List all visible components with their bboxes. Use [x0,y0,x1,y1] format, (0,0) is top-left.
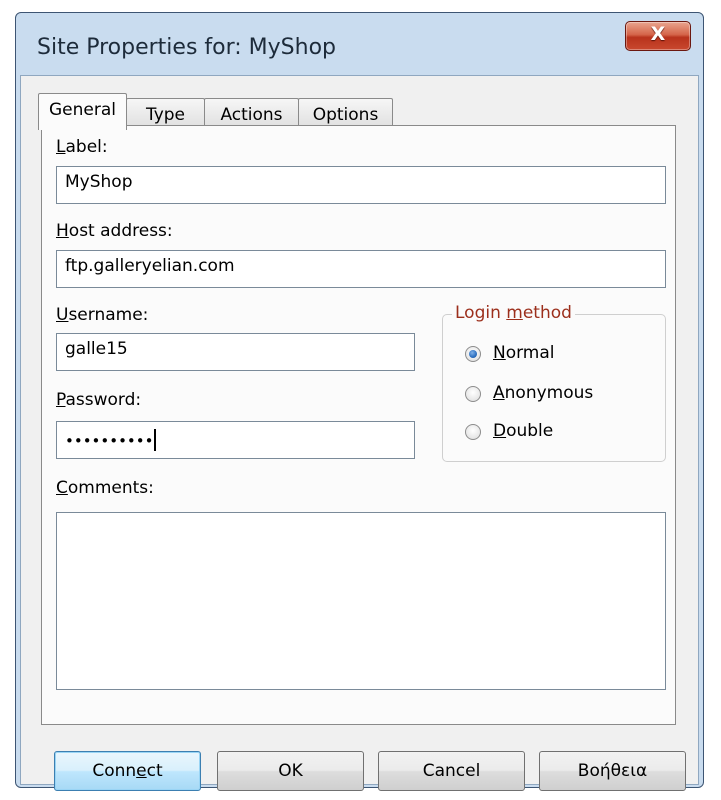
window-title: Site Properties for: MyShop [37,35,337,60]
tab-actions-label: Actions [220,105,283,125]
title-bar[interactable]: Site Properties for: MyShop X [16,13,703,75]
username-label: Username: [56,305,149,325]
tab-general[interactable]: General [38,93,127,130]
label-input[interactable]: MyShop [56,166,666,204]
radio-double-label: Double [493,421,554,441]
ok-button[interactable]: OK [217,751,364,791]
radio-normal-circle[interactable] [465,346,481,362]
login-method-group: Login method Normal Anonymous Double [442,303,666,462]
radio-normal-label: Normal [493,343,555,363]
tab-type-label: Type [145,105,186,125]
password-label: Password: [56,390,142,410]
dialog-client-area: General Type Actions Options Label: MySh… [20,75,699,791]
cancel-button[interactable]: Cancel [378,751,525,791]
dialog-window: Site Properties for: MyShop X General Ty… [15,12,704,791]
host-address-label: Host address: [56,221,173,241]
login-method-title: Login method [452,303,575,323]
general-tab-panel: Label: MyShop Host address: ftp.gallerye… [41,125,676,725]
radio-selected-dot [469,350,477,358]
host-address-input[interactable]: ftp.galleryelian.com [56,250,666,288]
radio-double-circle[interactable] [465,424,481,440]
comments-label: Comments: [56,478,154,498]
username-input[interactable]: galle15 [56,333,415,371]
radio-anonymous-circle[interactable] [465,386,481,402]
connect-button[interactable]: Connect [54,751,201,791]
text-caret [154,429,157,451]
help-button[interactable]: Βοήθεια [539,751,686,791]
close-icon: X [650,23,666,45]
tab-options-label: Options [312,105,379,125]
comments-textarea[interactable] [56,512,666,690]
tab-general-label: General [49,100,116,120]
label-field-label: Label: [56,137,108,157]
close-button[interactable]: X [625,21,691,51]
radio-anonymous-label: Anonymous [493,383,594,403]
password-input[interactable]: •••••••••• [56,421,415,459]
